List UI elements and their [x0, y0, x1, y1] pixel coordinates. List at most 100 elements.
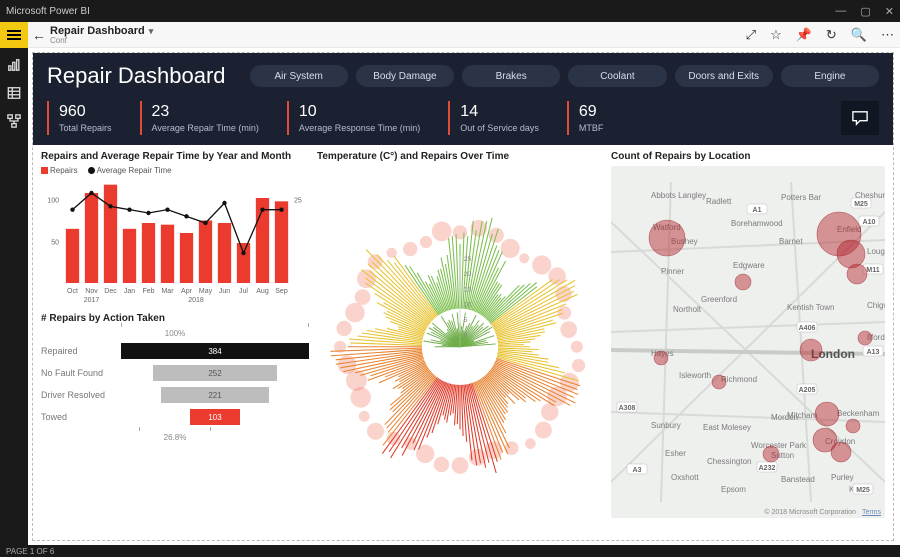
window-close-icon[interactable]: ✕	[885, 5, 894, 18]
combo-chart-card[interactable]: Repairs and Average Repair Time by Year …	[41, 151, 309, 307]
kpi-avg-repair-time[interactable]: 23Average Repair Time (min)	[140, 101, 287, 135]
svg-text:Oct: Oct	[67, 288, 78, 295]
svg-text:50: 50	[51, 239, 59, 246]
svg-text:Jun: Jun	[219, 288, 230, 295]
nav-data-icon[interactable]	[5, 84, 23, 102]
window-maximize-icon[interactable]: ▢	[860, 5, 870, 18]
svg-text:M25: M25	[854, 201, 868, 208]
svg-text:M25: M25	[856, 487, 870, 494]
back-button[interactable]: ←	[28, 27, 50, 43]
svg-text:Purley: Purley	[831, 473, 854, 482]
svg-text:Oxshott: Oxshott	[671, 473, 699, 482]
svg-text:A308: A308	[619, 405, 636, 412]
svg-text:A13: A13	[867, 349, 880, 356]
radial-chart-title: Temperature (C°) and Repairs Over Time	[317, 151, 603, 162]
category-pills: Air System Body Damage Brakes Coolant Do…	[250, 65, 879, 87]
kpi-mtbf[interactable]: 69MTBF	[567, 101, 632, 135]
svg-text:Loughton: Loughton	[867, 247, 885, 256]
combo-legend: Repairs Average Repair Time	[41, 166, 309, 175]
pill-air-system[interactable]: Air System	[250, 65, 348, 87]
more-icon[interactable]: ⋯	[881, 27, 894, 43]
radial-chart-card[interactable]: Temperature (C°) and Repairs Over Time 0…	[317, 151, 603, 518]
svg-text:20: 20	[464, 271, 472, 278]
svg-text:Jul: Jul	[239, 288, 248, 295]
svg-text:Epsom: Epsom	[721, 485, 746, 494]
map-credit: Bing © 2018 Microsoft Corporation Terms	[764, 509, 881, 516]
svg-text:0: 0	[464, 332, 468, 339]
svg-text:Esher: Esher	[665, 449, 686, 458]
funnel-card[interactable]: # Repairs by Action Taken 100% Repaired …	[41, 313, 309, 518]
svg-text:Beckenham: Beckenham	[837, 409, 880, 418]
dashboard-header: Repair Dashboard Air System Body Damage …	[33, 53, 893, 145]
svg-text:Kentish Town: Kentish Town	[787, 303, 834, 312]
svg-text:Jan: Jan	[124, 288, 135, 295]
fullscreen-icon[interactable]: ⤢	[746, 27, 756, 43]
svg-text:Richmond: Richmond	[721, 375, 757, 384]
svg-text:10: 10	[464, 302, 472, 309]
funnel-title: # Repairs by Action Taken	[41, 313, 309, 324]
nav-report-icon[interactable]	[5, 56, 23, 74]
nav-model-icon[interactable]	[5, 112, 23, 130]
page-title[interactable]: Repair Dashboard▾	[50, 26, 746, 37]
kpi-out-of-service[interactable]: 14Out of Service days	[448, 101, 567, 135]
svg-text:Mitcham: Mitcham	[787, 411, 818, 420]
window-titlebar: Microsoft Power BI — ▢ ✕	[0, 0, 900, 22]
svg-text:Edgware: Edgware	[733, 261, 765, 270]
svg-text:15: 15	[464, 286, 472, 293]
funnel-row[interactable]: Driver Resolved 221	[41, 384, 309, 406]
map-title: Count of Repairs by Location	[611, 151, 885, 162]
pill-coolant[interactable]: Coolant	[568, 65, 666, 87]
svg-text:Nov: Nov	[85, 288, 98, 295]
svg-text:Apr: Apr	[181, 288, 193, 295]
svg-text:Greenford: Greenford	[701, 295, 737, 304]
svg-text:May: May	[199, 288, 213, 295]
svg-text:Aug: Aug	[256, 288, 269, 295]
svg-text:A10: A10	[863, 219, 876, 226]
svg-text:Chessington: Chessington	[707, 457, 751, 466]
pill-engine[interactable]: Engine	[781, 65, 879, 87]
svg-text:Pinner: Pinner	[661, 267, 684, 276]
combo-chart-title: Repairs and Average Repair Time by Year …	[41, 151, 309, 162]
pill-body-damage[interactable]: Body Damage	[356, 65, 454, 87]
funnel-row[interactable]: Repaired 384	[41, 340, 309, 362]
kpi-avg-response-time[interactable]: 10Average Response Time (min)	[287, 101, 448, 135]
hamburger-button[interactable]	[0, 22, 28, 48]
left-nav-rail	[0, 48, 28, 545]
svg-text:Dec: Dec	[104, 288, 117, 295]
svg-text:Barnet: Barnet	[779, 237, 803, 246]
svg-text:Feb: Feb	[142, 288, 154, 295]
svg-text:A1: A1	[753, 207, 762, 214]
svg-text:2018: 2018	[188, 297, 204, 304]
svg-text:Mar: Mar	[161, 288, 174, 295]
pin-icon[interactable]: 📌	[796, 27, 812, 43]
search-icon[interactable]: 🔍	[851, 27, 867, 43]
kpi-total-repairs[interactable]: 960Total Repairs	[47, 101, 140, 135]
favorite-icon[interactable]: ☆	[770, 27, 782, 43]
pill-doors-exits[interactable]: Doors and Exits	[675, 65, 773, 87]
svg-text:Borehamwood: Borehamwood	[731, 219, 783, 228]
svg-text:Sep: Sep	[275, 288, 288, 295]
svg-text:Radlett: Radlett	[706, 197, 732, 206]
svg-text:Worcester Park: Worcester Park	[751, 441, 807, 450]
status-bar: PAGE 1 OF 6	[0, 545, 900, 557]
page-subtitle: Conf	[50, 37, 746, 45]
window-minimize-icon[interactable]: —	[835, 5, 846, 18]
app-title: Microsoft Power BI	[6, 6, 90, 17]
dashboard-title: Repair Dashboard	[47, 63, 226, 89]
svg-text:Sunbury: Sunbury	[651, 421, 681, 430]
chevron-down-icon: ▾	[149, 26, 154, 36]
funnel-row[interactable]: No Fault Found 252	[41, 362, 309, 384]
svg-text:A3: A3	[633, 467, 642, 474]
svg-text:Isleworth: Isleworth	[679, 371, 711, 380]
pill-brakes[interactable]: Brakes	[462, 65, 560, 87]
funnel-row[interactable]: Towed 103	[41, 406, 309, 428]
refresh-icon[interactable]: ↻	[826, 27, 837, 43]
svg-text:East Molesey: East Molesey	[703, 423, 751, 432]
map-card[interactable]: Count of Repairs by Location Abbots Lang…	[611, 151, 885, 518]
svg-text:A232: A232	[759, 465, 776, 472]
svg-text:A406: A406	[799, 325, 816, 332]
comment-button[interactable]	[841, 101, 879, 135]
map-terms-link[interactable]: Terms	[862, 509, 881, 516]
app-chrome: ← Repair Dashboard▾ Conf ⤢ ☆ 📌 ↻ 🔍 ⋯	[0, 22, 900, 48]
page-indicator: PAGE 1 OF 6	[6, 547, 54, 556]
